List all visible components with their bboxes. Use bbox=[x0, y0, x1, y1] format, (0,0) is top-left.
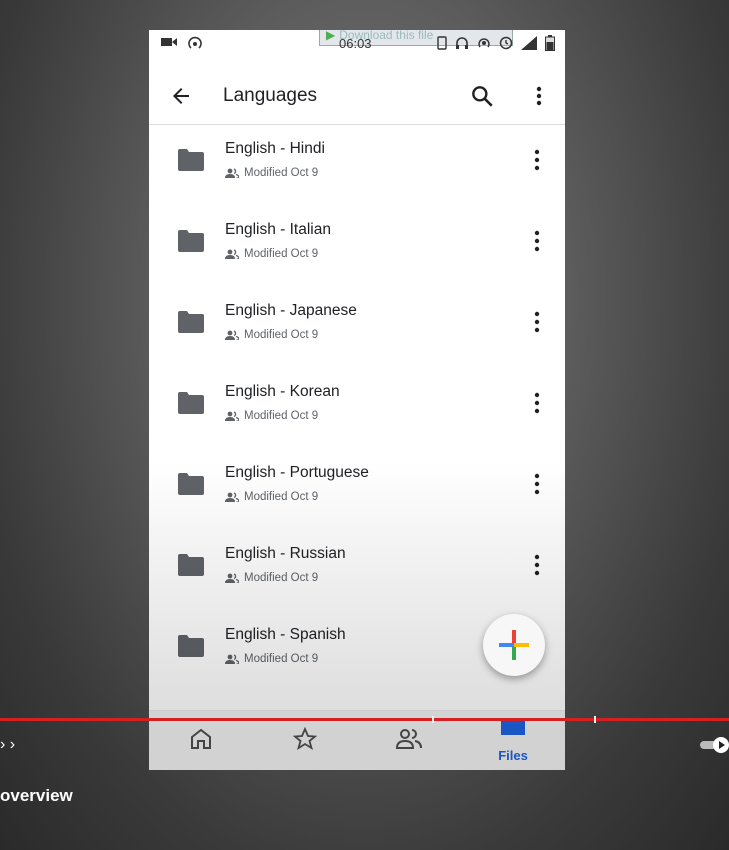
file-name: English - Russian bbox=[225, 545, 346, 562]
shared-icon bbox=[225, 168, 239, 178]
back-arrow-icon[interactable] bbox=[169, 84, 193, 108]
plus-icon bbox=[499, 630, 529, 660]
signal-icon bbox=[521, 36, 537, 50]
modified-date: Modified Oct 9 bbox=[244, 653, 319, 665]
alarm-icon bbox=[499, 36, 513, 50]
status-right-icons bbox=[437, 35, 555, 51]
file-name: English - Spanish bbox=[225, 626, 346, 643]
more-vert-icon[interactable] bbox=[525, 390, 549, 416]
status-bar: ▶ Download this file 06:03 bbox=[149, 30, 565, 58]
modified-date: Modified Oct 9 bbox=[244, 491, 319, 503]
files-icon bbox=[501, 719, 525, 735]
list-item[interactable]: English - Japanese Modified Oct 9 bbox=[149, 287, 565, 368]
file-meta: Modified Oct 9 bbox=[225, 572, 318, 584]
folder-icon bbox=[178, 149, 204, 171]
modified-date: Modified Oct 9 bbox=[244, 329, 319, 341]
video-title: overview bbox=[0, 786, 73, 805]
list-item[interactable]: English - Portuguese Modified Oct 9 bbox=[149, 449, 565, 530]
play-icon: ▶ bbox=[326, 30, 336, 42]
shared-icon bbox=[225, 492, 239, 502]
folder-icon bbox=[178, 473, 204, 495]
phone-icon bbox=[437, 36, 447, 50]
hotspot-icon bbox=[478, 38, 490, 48]
shared-icon bbox=[225, 573, 239, 583]
folder-icon bbox=[178, 311, 204, 333]
autoplay-toggle-icon[interactable] bbox=[700, 736, 729, 754]
modified-date: Modified Oct 9 bbox=[244, 167, 319, 179]
file-meta: Modified Oct 9 bbox=[225, 167, 318, 179]
status-time: 06:03 bbox=[339, 36, 372, 51]
shared-icon bbox=[225, 330, 239, 340]
shared-icon bbox=[225, 249, 239, 259]
modified-date: Modified Oct 9 bbox=[244, 410, 319, 422]
search-icon[interactable] bbox=[469, 83, 495, 109]
more-vert-icon[interactable] bbox=[525, 471, 549, 497]
more-vert-icon[interactable] bbox=[527, 84, 551, 108]
hotspot-icon bbox=[188, 36, 202, 49]
shared-icon bbox=[225, 411, 239, 421]
page-title: Languages bbox=[223, 85, 318, 106]
file-meta: Modified Oct 9 bbox=[225, 329, 318, 341]
folder-icon bbox=[178, 230, 204, 252]
list-item[interactable]: English - Italian Modified Oct 9 bbox=[149, 206, 565, 287]
file-meta: Modified Oct 9 bbox=[225, 248, 318, 260]
file-name: English - Portuguese bbox=[225, 464, 369, 481]
headphones-icon bbox=[456, 37, 468, 49]
video-progress-bar[interactable] bbox=[0, 718, 729, 721]
list-item[interactable]: English - Hindi Modified Oct 9 bbox=[149, 125, 565, 206]
more-vert-icon[interactable] bbox=[525, 309, 549, 335]
phone-screen: ▶ Download this file 06:03 Languages Eng… bbox=[149, 30, 565, 770]
folder-icon bbox=[178, 554, 204, 576]
more-vert-icon[interactable] bbox=[525, 147, 549, 173]
home-icon bbox=[191, 728, 211, 749]
file-meta: Modified Oct 9 bbox=[225, 653, 318, 665]
folder-icon bbox=[178, 635, 204, 657]
file-name: English - Italian bbox=[225, 221, 331, 238]
modified-date: Modified Oct 9 bbox=[244, 572, 319, 584]
new-item-fab[interactable] bbox=[483, 614, 545, 676]
list-item[interactable]: English - Russian Modified Oct 9 bbox=[149, 530, 565, 611]
modified-date: Modified Oct 9 bbox=[244, 248, 319, 260]
file-name: English - Korean bbox=[225, 383, 340, 400]
file-meta: Modified Oct 9 bbox=[225, 410, 318, 422]
shared-icon bbox=[225, 654, 239, 664]
shared-icon bbox=[396, 729, 422, 749]
battery-icon bbox=[545, 35, 555, 51]
folder-icon bbox=[178, 392, 204, 414]
chapter-chevron[interactable]: › › bbox=[0, 736, 15, 754]
more-vert-icon[interactable] bbox=[525, 228, 549, 254]
file-name: English - Hindi bbox=[225, 140, 325, 157]
app-bar: Languages bbox=[149, 68, 565, 125]
list-item[interactable]: English - Korean Modified Oct 9 bbox=[149, 368, 565, 449]
file-meta: Modified Oct 9 bbox=[225, 491, 318, 503]
nav-files-label: Files bbox=[498, 748, 528, 763]
status-left-icons bbox=[161, 36, 203, 52]
file-name: English - Japanese bbox=[225, 302, 357, 319]
progress-chapter-marker bbox=[432, 716, 434, 723]
file-list: English - Hindi Modified Oct 9 English -… bbox=[149, 125, 565, 692]
progress-chapter-marker bbox=[594, 716, 596, 723]
more-vert-icon[interactable] bbox=[525, 552, 549, 578]
star-icon bbox=[293, 727, 317, 750]
video-camera-icon bbox=[161, 38, 177, 46]
